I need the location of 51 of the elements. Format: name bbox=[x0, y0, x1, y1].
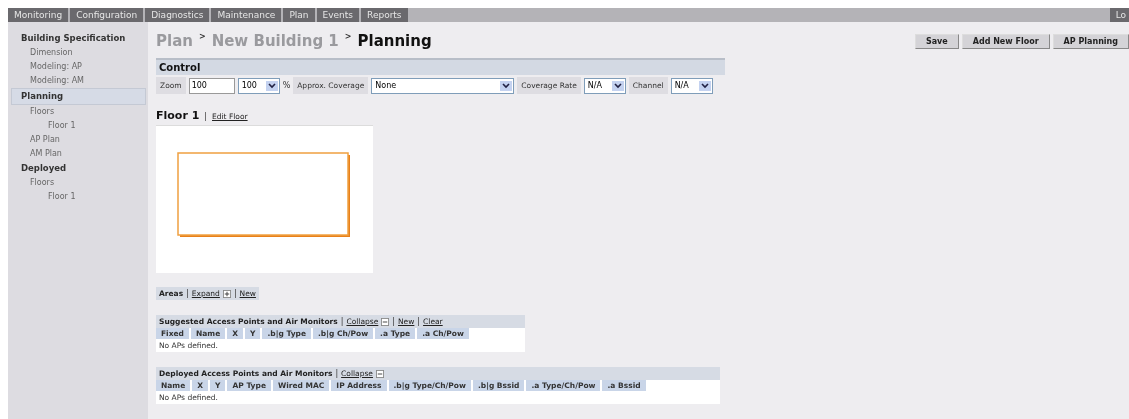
sidebar-item[interactable]: Modeling: AM bbox=[8, 74, 148, 88]
separator-text: | bbox=[233, 289, 237, 298]
nav-tab[interactable]: Configuration bbox=[70, 8, 144, 22]
nav-tab[interactable]: Lo bbox=[1109, 8, 1129, 22]
sidebar-item[interactable]: AM Plan bbox=[8, 147, 148, 161]
sidebar-item[interactable]: Modeling: AP bbox=[8, 60, 148, 74]
nav-tab[interactable]: Events bbox=[316, 8, 360, 22]
collapse-icon[interactable] bbox=[376, 369, 384, 378]
breadcrumb-item[interactable]: Plan bbox=[156, 32, 193, 50]
zoom-field[interactable]: 100 bbox=[188, 77, 235, 94]
toolbar-button[interactable]: Save bbox=[914, 33, 959, 49]
dropdown[interactable]: None bbox=[371, 77, 515, 94]
floor-outline[interactable] bbox=[176, 152, 353, 240]
breadcrumb-item[interactable]: New Building 1 bbox=[211, 32, 339, 50]
separator-text: | bbox=[417, 317, 421, 326]
sidebar-section[interactable]: Building Specification bbox=[14, 31, 146, 46]
separator-text: | bbox=[340, 317, 344, 326]
separator-text: | bbox=[186, 289, 189, 298]
sidebar-section[interactable]: Deployed bbox=[14, 161, 146, 176]
page-title: Planning bbox=[357, 32, 432, 50]
chevron-icon bbox=[500, 80, 513, 91]
separator-text: | bbox=[204, 112, 207, 121]
unit-label: % bbox=[282, 81, 291, 90]
chevron-icon bbox=[611, 80, 624, 91]
sidebar-item[interactable]: Dimension bbox=[8, 46, 148, 60]
dropdown[interactable]: N/A bbox=[670, 77, 713, 94]
nav-tab[interactable]: Maintenance bbox=[211, 8, 282, 22]
chevron-icon bbox=[265, 80, 278, 91]
separator-text: | bbox=[335, 369, 339, 378]
nav-tab[interactable]: Plan bbox=[283, 8, 315, 22]
sidebar-item[interactable]: Floors bbox=[8, 176, 148, 190]
floor-title: Floor 1 bbox=[156, 109, 200, 122]
breadcrumb-separator: > bbox=[198, 32, 206, 43]
panel-title: Control bbox=[156, 60, 725, 75]
sidebar-item[interactable]: Floor 1 bbox=[8, 190, 148, 204]
collapse-icon[interactable] bbox=[381, 317, 390, 326]
breadcrumb-separator: > bbox=[344, 32, 352, 43]
nav-tab[interactable]: Monitoring bbox=[8, 8, 69, 22]
sidebar-item[interactable]: Floors bbox=[8, 105, 148, 119]
separator-text: | bbox=[392, 317, 395, 326]
toolbar-button[interactable]: Add New Floor bbox=[961, 33, 1050, 49]
expand-icon[interactable] bbox=[222, 289, 231, 298]
nav-tab[interactable]: Reports bbox=[361, 8, 408, 22]
sidebar-section[interactable]: Planning bbox=[11, 88, 146, 105]
dropdown[interactable]: 100 bbox=[237, 77, 280, 94]
toolbar-button[interactable]: AP Planning bbox=[1052, 33, 1129, 49]
dropdown[interactable]: N/A bbox=[583, 77, 626, 94]
nav-tab[interactable]: Diagnostics bbox=[145, 8, 210, 22]
sidebar-item[interactable]: AP Plan bbox=[8, 133, 148, 147]
sidebar-item[interactable]: Floor 1 bbox=[8, 119, 148, 133]
chevron-icon bbox=[698, 80, 711, 91]
